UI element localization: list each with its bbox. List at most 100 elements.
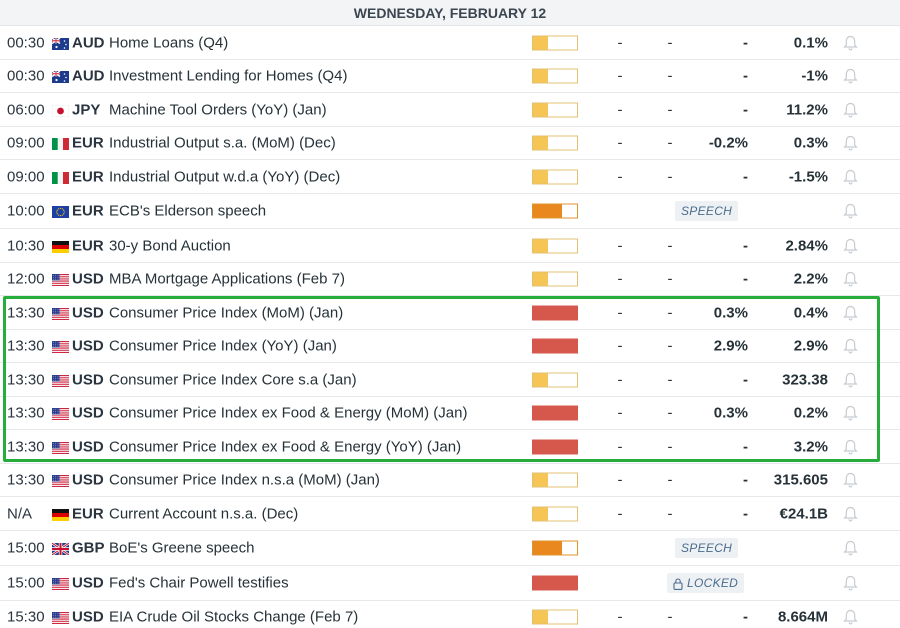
event-name[interactable]: ECB's Elderson speech xyxy=(109,203,266,220)
deviation-value: - xyxy=(667,134,673,152)
consensus-value: 0.3% xyxy=(713,404,748,422)
event-name[interactable]: Consumer Price Index Core s.a (Jan) xyxy=(109,371,357,388)
event-name[interactable]: Home Loans (Q4) xyxy=(109,34,228,51)
event-name[interactable]: Industrial Output s.a. (MoM) (Dec) xyxy=(109,135,336,152)
badge-label: LOCKED xyxy=(687,576,739,590)
event-name[interactable]: EIA Crude Oil Stocks Change (Feb 7) xyxy=(109,609,358,626)
actual-value: - xyxy=(617,101,623,118)
event-row[interactable]: N/A EUR Current Account n.s.a. (Dec) - - - €24… xyxy=(0,497,900,531)
consensus-value: - xyxy=(743,101,748,118)
previous-value: 323.38 xyxy=(782,371,828,388)
bell-icon[interactable] xyxy=(843,609,858,625)
impact-meter-low xyxy=(532,102,578,117)
previous-value: 0.1% xyxy=(793,34,828,51)
event-row[interactable]: 10:00 EUR ECB's Elderson speech SPEECH xyxy=(0,194,900,229)
event-name[interactable]: Industrial Output w.d.a (YoY) (Dec) xyxy=(109,168,340,185)
bell-icon[interactable] xyxy=(843,372,858,388)
event-currency: GBP xyxy=(72,539,105,557)
event-name[interactable]: Consumer Price Index (YoY) (Jan) xyxy=(109,338,337,355)
consensus-value: - xyxy=(743,34,748,51)
event-time: 10:30 xyxy=(7,237,45,254)
impact-meter-low xyxy=(532,609,578,625)
event-row[interactable]: 13:30 USD Consumer Price Index ex Food & E… xyxy=(0,430,900,464)
deviation-value: - xyxy=(667,304,673,321)
bell-icon[interactable] xyxy=(843,68,858,84)
event-name[interactable]: BoE's Greene speech xyxy=(109,540,254,557)
consensus-value: 2.9% xyxy=(713,337,748,355)
deviation-value: - xyxy=(667,371,673,388)
previous-value: 315.605 xyxy=(773,471,828,489)
event-row[interactable]: 10:30 EUR 30-y Bond Auction - - - 2.84% xyxy=(0,229,900,263)
bell-icon[interactable] xyxy=(843,102,858,118)
bell-icon[interactable] xyxy=(843,169,858,185)
deviation-value: - xyxy=(667,67,673,85)
event-time: 12:00 xyxy=(7,270,45,288)
event-row[interactable]: 15:30 USD EIA Crude Oil Stocks Change (Feb… xyxy=(0,601,900,628)
impact-meter-low xyxy=(532,506,578,521)
badge-label: SPEECH xyxy=(681,541,733,555)
event-row[interactable]: 12:00 USD MBA Mortgage Applications (Feb 7… xyxy=(0,263,900,296)
badge-label: SPEECH xyxy=(681,204,733,218)
bell-icon[interactable] xyxy=(843,540,858,556)
bell-icon[interactable] xyxy=(843,271,858,287)
impact-meter-low xyxy=(532,135,578,151)
consensus-value: - xyxy=(743,67,748,85)
bell-icon[interactable] xyxy=(843,203,858,219)
bell-icon[interactable] xyxy=(843,506,858,522)
event-name[interactable]: Consumer Price Index (MoM) (Jan) xyxy=(109,304,343,321)
bell-icon[interactable] xyxy=(843,439,858,455)
us-flag-icon xyxy=(52,441,69,455)
event-currency: EUR xyxy=(72,168,104,185)
speech-badge: SPEECH xyxy=(675,201,739,221)
event-row[interactable]: 00:30 AUD Home Loans (Q4) - - - 0.1% xyxy=(0,26,900,60)
event-name[interactable]: Machine Tool Orders (YoY) (Jan) xyxy=(109,101,327,118)
event-time: 13:30 xyxy=(7,304,45,321)
event-name[interactable]: Investment Lending for Homes (Q4) xyxy=(109,68,347,85)
impact-meter-high xyxy=(532,405,578,421)
event-currency: AUD xyxy=(72,67,105,85)
de-flag-icon xyxy=(52,508,69,521)
event-row[interactable]: 13:30 USD Consumer Price Index (MoM) (Jan)… xyxy=(0,296,900,330)
previous-value: -1.5% xyxy=(788,168,828,185)
event-time: 00:30 xyxy=(7,67,45,85)
event-time: 06:00 xyxy=(7,101,45,118)
event-name[interactable]: Consumer Price Index ex Food & Energy (Y… xyxy=(109,438,461,455)
event-row[interactable]: 15:00 USD Fed's Chair Powell testifies LOCK… xyxy=(0,566,900,601)
event-row[interactable]: 09:00 EUR Industrial Output s.a. (MoM) (De… xyxy=(0,127,900,160)
us-flag-icon xyxy=(52,307,69,321)
bell-icon[interactable] xyxy=(843,135,858,151)
us-flag-icon xyxy=(52,611,69,625)
impact-meter-high xyxy=(532,439,578,454)
event-name[interactable]: 30-y Bond Auction xyxy=(109,237,231,254)
bell-icon[interactable] xyxy=(843,338,858,354)
bell-icon[interactable] xyxy=(843,472,858,488)
bell-icon[interactable] xyxy=(843,405,858,421)
event-row[interactable]: 13:30 USD Consumer Price Index Core s.a (J… xyxy=(0,363,900,397)
event-name[interactable]: Current Account n.s.a. (Dec) xyxy=(109,505,298,522)
event-row[interactable]: 13:30 USD Consumer Price Index n.s.a (MoM)… xyxy=(0,464,900,497)
consensus-value: - xyxy=(743,371,748,388)
event-name[interactable]: Consumer Price Index n.s.a (MoM) (Jan) xyxy=(109,472,380,489)
bell-icon[interactable] xyxy=(843,35,858,51)
previous-value: 2.84% xyxy=(785,237,828,254)
event-row[interactable]: 13:30 USD Consumer Price Index (YoY) (Jan)… xyxy=(0,330,900,363)
event-currency: EUR xyxy=(72,237,104,254)
event-name[interactable]: Fed's Chair Powell testifies xyxy=(109,575,289,592)
consensus-value: -0.2% xyxy=(708,134,748,152)
deviation-value: - xyxy=(667,237,673,254)
bell-icon[interactable] xyxy=(843,575,858,591)
locked-badge[interactable]: LOCKED xyxy=(667,573,745,593)
event-row[interactable]: 06:00 JPY Machine Tool Orders (YoY) (Jan) -… xyxy=(0,93,900,127)
consensus-value: - xyxy=(743,237,748,254)
previous-value: 3.2% xyxy=(793,438,828,455)
event-row[interactable]: 09:00 EUR Industrial Output w.d.a (YoY) (D… xyxy=(0,160,900,194)
au-flag-icon xyxy=(51,36,69,50)
bell-icon[interactable] xyxy=(843,305,858,321)
event-name[interactable]: MBA Mortgage Applications (Feb 7) xyxy=(109,271,345,288)
event-name[interactable]: Consumer Price Index ex Food & Energy (M… xyxy=(109,405,467,422)
event-row[interactable]: 00:30 AUD Investment Lending for Homes (Q4… xyxy=(0,60,900,93)
bell-icon[interactable] xyxy=(843,238,858,254)
event-row[interactable]: 13:30 USD Consumer Price Index ex Food & E… xyxy=(0,397,900,430)
event-row[interactable]: 15:00 GBP BoE's Greene speech SPEECH xyxy=(0,531,900,566)
event-currency: USD xyxy=(72,438,104,455)
